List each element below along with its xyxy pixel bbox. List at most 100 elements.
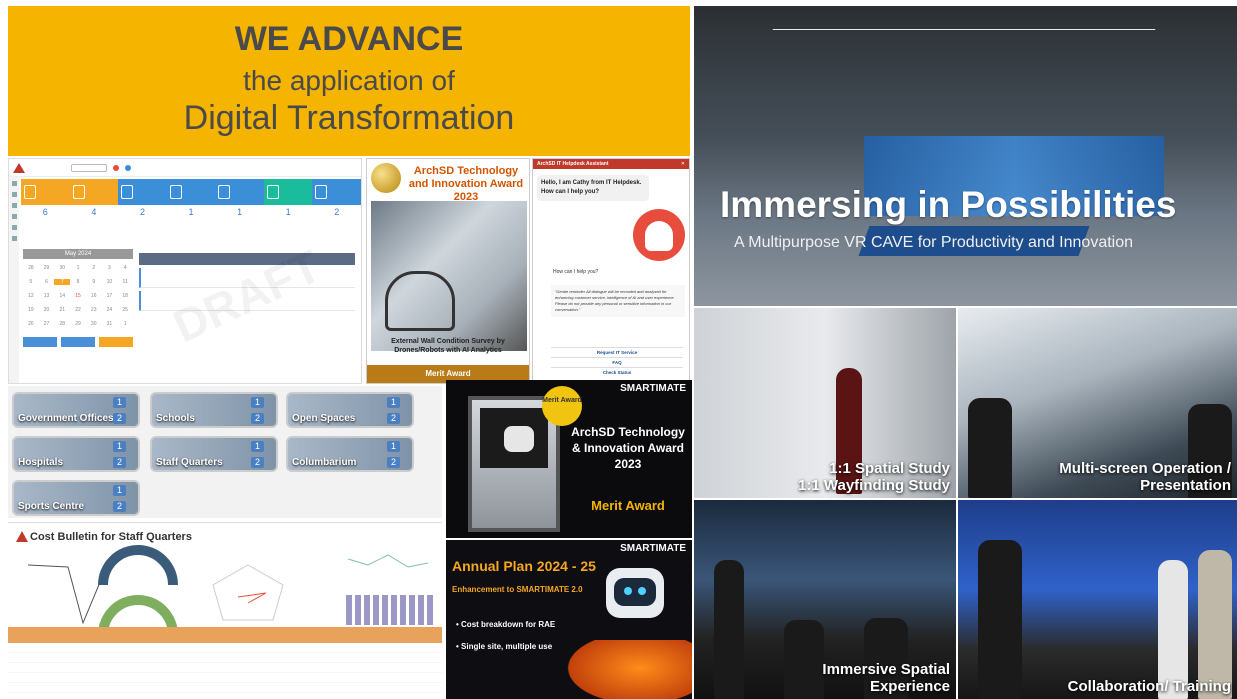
close-icon[interactable]: ✕ [681, 161, 685, 167]
cost-table-header [8, 627, 442, 643]
notification-icon[interactable] [113, 164, 119, 171]
faq-link[interactable]: FAQ [551, 357, 683, 367]
request-it-service-link[interactable]: Request IT Service [551, 347, 683, 357]
calendar-button-3[interactable] [99, 337, 133, 347]
category-schools[interactable]: Schools 12 [150, 392, 278, 428]
sidebar-list-icon[interactable] [11, 214, 17, 219]
cost-bulletin: Cost Bulletin for Staff Quarters [8, 522, 442, 699]
kiosk-screen [480, 408, 548, 468]
calendar-button-1[interactable] [23, 337, 57, 347]
trainee-figure [1198, 550, 1232, 699]
annual-plan: SMARTIMATE Annual Plan 2024 - 25 Enhance… [446, 540, 692, 699]
calendar-grid[interactable]: 28 29 30 1 2 3 4 5 6 7 8 9 10 11 12 13 14 15 16 17 18 19 20… [23, 265, 133, 327]
collaboration-caption: Collaboration/ Training [1067, 678, 1231, 695]
immersive-photo: Immersive Spatial Experience [694, 500, 956, 699]
chatbot-question: How can I help you? [553, 269, 599, 275]
vr-subtitle: A Multipurpose VR CAVE for Productivity … [734, 234, 1134, 251]
header-banner: WE ADVANCE the application of Digital Tr… [8, 6, 690, 156]
bar-chart [346, 595, 433, 625]
smartimate-brand: SMARTIMATE [620, 543, 686, 554]
tile-6[interactable] [263, 179, 313, 205]
cathy-avatar-icon [633, 209, 685, 261]
collaboration-photo: Collaboration/ Training [958, 500, 1237, 699]
ceiling-lights [730, 28, 1198, 134]
stat-3: 2 [139, 207, 145, 217]
table-header [139, 253, 355, 265]
edit-icon [121, 185, 134, 199]
stat-2: 4 [91, 207, 97, 217]
visitor-figure [784, 620, 824, 699]
sidebar-settings-icon[interactable] [11, 236, 17, 241]
tile-3[interactable] [118, 179, 167, 205]
archsd-logo-icon [16, 531, 28, 542]
annual-plan-bullet-1: • Cost breakdown for RAE [456, 620, 556, 629]
category-open-spaces[interactable]: Open Spaces 12 [286, 392, 414, 428]
chatbot-window: ArchSD IT Helpdesk Assistant ✕ Hello, I … [532, 158, 690, 384]
visitor-figure [714, 560, 744, 699]
cost-line-chart [27, 564, 104, 625]
dashboard-search-input[interactable] [71, 163, 107, 172]
smartimate-award-title: ArchSD Technology & Innovation Award 202… [571, 425, 685, 471]
immersive-caption: Immersive Spatial Experience [822, 661, 950, 695]
category-label: Staff Quarters [156, 457, 223, 468]
banner-heading: Digital Transformation [183, 99, 515, 137]
folder-icon [24, 185, 36, 199]
category-label: Columbarium [292, 457, 357, 468]
smartimate-merit: Merit Award [591, 498, 665, 513]
sidebar-doc-icon[interactable] [11, 192, 17, 197]
dashboard-stats: 6 4 2 1 1 1 2 [21, 207, 361, 221]
category-label: Schools [156, 413, 195, 424]
chatbot-links: Request IT Service FAQ Check Status [551, 347, 683, 377]
annual-plan-bullet-2: • Single site, multiple use [456, 642, 553, 651]
category-columbarium[interactable]: Columbarium 12 [286, 436, 414, 472]
tile-4[interactable] [166, 179, 216, 205]
tile-7[interactable] [312, 179, 361, 205]
check-status-link[interactable]: Check Status [551, 367, 683, 377]
dashboard-tiles [21, 179, 361, 205]
chatbot-title: ArchSD IT Helpdesk Assistant [537, 161, 609, 167]
dashboard-sidebar [9, 177, 19, 383]
attendee-figure [968, 398, 1012, 498]
annual-plan-title: Annual Plan 2024 - 25 [452, 558, 596, 574]
robot-photo [371, 201, 527, 351]
banner-subtitle: the application of [243, 65, 455, 96]
robot-icon [606, 568, 664, 618]
sidebar-user-icon[interactable] [11, 203, 17, 208]
category-sports-centre[interactable]: Sports Centre 12 [12, 480, 140, 516]
calendar-button-2[interactable] [61, 337, 95, 347]
stat-4: 1 [188, 207, 194, 217]
spatial-study-caption: 1:1 Spatial Study 1:1 Wayfinding Study [798, 460, 950, 494]
archsd-logo-icon [13, 162, 25, 173]
sidebar-home-icon[interactable] [11, 181, 17, 186]
smartimate-brand: SMARTIMATE [620, 383, 686, 394]
chatbot-header: ArchSD IT Helpdesk Assistant ✕ [533, 159, 689, 169]
dashboard-topbar [9, 159, 361, 177]
chatbot-notice: "Gentle reminder All dialogue will be re… [551, 285, 685, 317]
multiscreen-photo: Multi-screen Operation / Presentation [958, 308, 1237, 498]
cost-table-rows [8, 643, 442, 699]
tile-1[interactable] [21, 179, 70, 205]
message-icon[interactable] [125, 164, 131, 171]
stat-6: 1 [285, 207, 291, 217]
vr-title: Immersing in Possibilities [720, 184, 1177, 225]
sidebar-chart-icon[interactable] [11, 225, 17, 230]
smartimate-award: SMARTIMATE Merit Award ArchSD Technology… [446, 380, 692, 538]
tile-5[interactable] [215, 179, 264, 205]
medal-icon [371, 163, 401, 193]
people-icon [266, 185, 279, 199]
category-hospitals[interactable]: Hospitals 12 [12, 436, 140, 472]
banner-title: WE ADVANCE [234, 20, 464, 58]
project-dashboard: 6 4 2 1 1 1 2 May 2024 28 29 30 1 2 3 4 567891… [8, 158, 362, 384]
folder-icon [315, 185, 328, 199]
tile-2[interactable] [69, 179, 119, 205]
category-government-offices[interactable]: Government Offices 12 [12, 392, 140, 428]
award-title: ArchSD Technology and Innovation Award 2… [408, 165, 524, 203]
chatbot-message: How can I help you? "Gentle reminder All… [537, 269, 685, 317]
category-staff-quarters[interactable]: Staff Quarters 12 [150, 436, 278, 472]
orange-swirl [556, 640, 692, 699]
calendar-month: May 2024 [23, 249, 133, 259]
radar-series [237, 592, 267, 604]
multiscreen-caption: Multi-screen Operation / Presentation [1059, 460, 1231, 494]
award-wall-survey: ArchSD Technology and Innovation Award 2… [366, 158, 530, 384]
annual-plan-subtitle: Enhancement to SMARTIMATE 2.0 [452, 585, 583, 594]
